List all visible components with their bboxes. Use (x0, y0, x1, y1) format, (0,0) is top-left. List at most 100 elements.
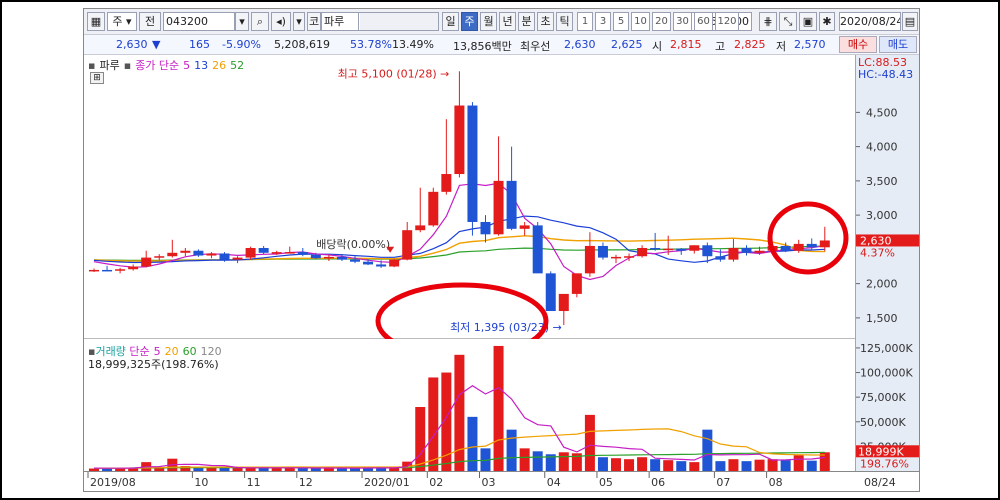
legend-square2-icon: ▪ (123, 59, 132, 72)
candle-body (271, 252, 282, 254)
candle-body (597, 245, 608, 258)
candle-body (584, 245, 595, 274)
volume-bar (689, 462, 700, 471)
down-arrow-icon: ▼ (152, 38, 161, 51)
volume-bar (428, 377, 439, 471)
candle-body (441, 174, 452, 192)
y-vol-tick-label: 50,000K (860, 416, 906, 429)
chart-window: ▦ 주 ▾ 전 043200 ▾ ⌕ ◂) ▾ 코 파루 ▾ 55/300 ⋕ … (83, 8, 920, 492)
minute-button[interactable]: 120 (715, 12, 739, 31)
volume-bar (624, 459, 635, 471)
ma-period-label: 52 (230, 59, 245, 72)
volume-bar (467, 416, 478, 471)
candle-body (219, 253, 230, 260)
price-chart[interactable]: 최고 5,100 (01/28) → 최저 1,395 (03/23) → 배당락(… (84, 55, 855, 360)
low-label: 저 (776, 40, 787, 53)
x-tick-label: 06 (651, 476, 665, 489)
toolbar: ▦ 주 ▾ 전 043200 ▾ ⌕ ◂) ▾ 코 파루 ▾ 55/300 ⋕ … (84, 9, 919, 35)
volume-value-label: 18,999,325주(198.76%) (88, 358, 219, 371)
turnover-rate: 13.49% (392, 38, 434, 51)
period-button[interactable]: 틱 (556, 12, 573, 31)
grid-toggle-icon[interactable]: ⊞ (90, 72, 104, 84)
volume-bar (597, 457, 608, 471)
trend-tool-icon[interactable]: ⤡ (779, 12, 797, 31)
calendar-icon[interactable]: ▤ (902, 12, 918, 31)
minute-button[interactable]: 60 (694, 12, 713, 31)
trade-amount: 13,856백만 (453, 40, 512, 53)
x-tick-label: 2019/08 (90, 476, 136, 489)
volume-bar (650, 459, 661, 471)
ask-price: 2,630 (564, 38, 596, 51)
candle-body (310, 254, 321, 259)
minute-button[interactable]: 30 (673, 12, 692, 31)
market-label: 코 (307, 12, 321, 31)
x-tick-label: 04 (547, 476, 561, 489)
prev-button[interactable]: 전 (139, 12, 161, 31)
price-legend: ▪ 파루 ▪ 종가 단순 5 13 26 52 (88, 57, 252, 73)
volume-bar (741, 461, 752, 471)
mode-label: 주 (112, 15, 123, 28)
candle-body (611, 256, 621, 259)
minute-button[interactable]: 10 (631, 12, 650, 31)
candle-body (650, 248, 661, 250)
candle-body (102, 269, 113, 272)
period-button[interactable]: 월 (480, 12, 497, 31)
candle-body (676, 248, 687, 251)
period-button[interactable]: 주 (461, 12, 478, 31)
high-label: 고 (715, 40, 726, 53)
x-tick-label: 10 (194, 476, 208, 489)
candle-body (467, 105, 478, 222)
candle-body (206, 253, 217, 256)
stock-code-input[interactable]: 043200 (163, 12, 235, 31)
speaker-dropdown-icon[interactable]: ▾ (293, 12, 305, 31)
hc-label: HC:-48.43 (858, 68, 913, 81)
minute-button[interactable]: 1 (577, 12, 593, 31)
volume-bar (611, 458, 621, 471)
candle-body (545, 273, 556, 312)
y-tick-label: 3,000 (866, 209, 898, 222)
candle-body (323, 256, 334, 259)
volume-bar (676, 461, 687, 471)
candle-body (180, 250, 191, 253)
volume-bar (558, 452, 569, 471)
y-tick-label: 1,500 (866, 312, 898, 325)
minute-button[interactable]: 20 (652, 12, 671, 31)
ma-period-label: 5 (183, 59, 191, 72)
volume-bar (493, 345, 504, 471)
candle-body (480, 221, 491, 235)
open-label: 시 (652, 40, 663, 53)
buy-button[interactable]: 매수 (839, 36, 877, 53)
high-annotation: 최고 5,100 (01/28) → (338, 67, 450, 80)
y-vol-tick-label: 125,000K (860, 342, 913, 355)
x-tick-label: 11 (247, 476, 261, 489)
candle-body (702, 245, 713, 257)
code-dropdown-icon[interactable]: ▾ (235, 12, 249, 31)
chart-type-icon[interactable]: ▦ (87, 12, 105, 31)
volume-bar (637, 457, 648, 471)
minute-button[interactable]: 5 (613, 12, 629, 31)
period-button[interactable]: 년 (499, 12, 516, 31)
date-input[interactable]: 2020/08/24 (839, 12, 901, 31)
candle-body (689, 245, 700, 251)
current-pct-label: 4.37% (860, 246, 895, 259)
save-icon[interactable]: ▣ (799, 12, 817, 31)
sell-button[interactable]: 매도 (879, 36, 917, 53)
volume-bar (663, 460, 674, 471)
candle-body (741, 248, 752, 253)
candle-body (258, 248, 269, 253)
candle-body (454, 105, 465, 175)
period-button[interactable]: 분 (518, 12, 535, 31)
minute-button[interactable]: 3 (595, 12, 611, 31)
search-icon[interactable]: ⌕ (251, 12, 269, 31)
period-button[interactable]: 초 (537, 12, 554, 31)
y-vol-tick-label: 75,000K (860, 391, 906, 404)
open-price: 2,815 (670, 38, 702, 51)
stock-name-box[interactable] (321, 12, 439, 31)
legend-name: 파루 (99, 59, 120, 72)
mode-select[interactable]: 주 ▾ (107, 12, 137, 31)
period-button[interactable]: 일 (442, 12, 459, 31)
candle-body (780, 245, 791, 251)
gear-icon[interactable]: ✱ (819, 12, 835, 31)
speaker-icon[interactable]: ◂) (271, 12, 291, 31)
indicator-icon[interactable]: ⋕ (759, 12, 777, 31)
